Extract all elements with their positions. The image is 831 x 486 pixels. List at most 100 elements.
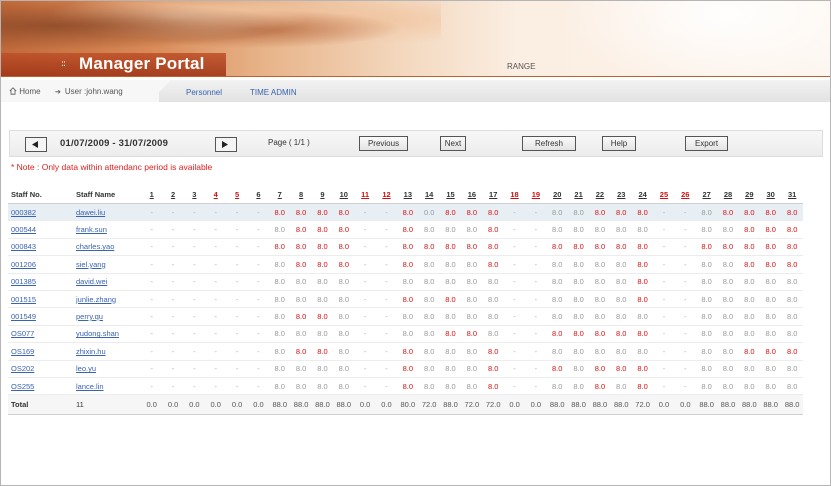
hours-cell: 8.0	[418, 220, 440, 239]
total-cell: 0.0	[653, 394, 675, 416]
staff-no-link[interactable]: OS255	[11, 382, 34, 391]
col-header-day[interactable]: 3	[184, 185, 205, 204]
col-header-day[interactable]: 9	[312, 185, 333, 204]
col-header-day[interactable]: 26	[675, 185, 696, 204]
hours-cell: -	[375, 273, 398, 291]
staff-no-link[interactable]: 001206	[11, 260, 36, 269]
staff-name-link[interactable]: frank.sun	[76, 225, 107, 234]
col-header-day[interactable]: 15	[440, 185, 461, 204]
col-header-day[interactable]: 14	[419, 185, 440, 204]
col-header-day[interactable]: 16	[461, 185, 482, 204]
total-cell: 88.0	[269, 394, 291, 416]
col-header-day[interactable]: 28	[717, 185, 738, 204]
hours-cell: -	[653, 273, 675, 291]
total-cell: 0.0	[354, 394, 376, 416]
staff-no-link[interactable]: OS202	[11, 364, 34, 373]
staff-no-link[interactable]: 000382	[11, 208, 36, 217]
hours-cell: 8.0	[546, 325, 568, 344]
col-header-day[interactable]: 19	[525, 185, 546, 204]
staff-name-link[interactable]: charles.yao	[76, 242, 114, 251]
hours-cell: 8.0	[439, 220, 462, 239]
col-header-day[interactable]: 7	[269, 185, 290, 204]
export-button[interactable]: Export	[685, 136, 728, 151]
col-header-day[interactable]: 20	[547, 185, 568, 204]
next-period-button[interactable]	[215, 137, 237, 152]
staff-no-link[interactable]: 001515	[11, 295, 36, 304]
hours-cell: 8.0	[781, 273, 803, 291]
next-button[interactable]: Next	[440, 136, 466, 151]
col-header-day[interactable]: 8	[290, 185, 311, 204]
hours-cell: -	[375, 255, 398, 274]
hours-cell: -	[375, 238, 398, 257]
nav-home-link[interactable]: Home	[9, 87, 41, 96]
col-header-day[interactable]: 31	[781, 185, 803, 204]
staff-name-link[interactable]: lance.lin	[76, 382, 104, 391]
date-range: 01/07/2009 - 31/07/2009	[60, 138, 169, 149]
refresh-button[interactable]: Refresh	[522, 136, 576, 151]
hours-cell: 8.0	[333, 290, 355, 309]
hours-cell: -	[503, 255, 526, 274]
col-header-day[interactable]: 13	[397, 185, 418, 204]
col-header-day[interactable]: 24	[632, 185, 653, 204]
col-header-day[interactable]: 12	[376, 185, 397, 204]
hours-cell: 8.0	[589, 204, 611, 222]
col-header-day[interactable]: 18	[504, 185, 525, 204]
col-header-day[interactable]: 21	[568, 185, 589, 204]
hours-cell: -	[183, 204, 206, 222]
col-header-day[interactable]: 29	[739, 185, 760, 204]
hours-cell: -	[375, 377, 398, 396]
staff-name-link[interactable]: zhixin.hu	[76, 347, 106, 356]
nav-link-personnel[interactable]: Personnel	[186, 88, 222, 97]
col-header-day[interactable]: 23	[611, 185, 632, 204]
hours-cell: 8.0	[482, 377, 504, 396]
col-header-day[interactable]: 1	[141, 185, 162, 204]
help-button[interactable]: Help	[602, 136, 636, 151]
staff-name-link[interactable]: junlie.zhang	[76, 295, 116, 304]
hours-cell: -	[503, 220, 526, 239]
col-header-day[interactable]: 10	[333, 185, 354, 204]
hours-cell: -	[354, 377, 376, 396]
nav-link-time-admin[interactable]: TIME ADMIN	[250, 88, 297, 97]
staff-name-link[interactable]: leo.yu	[76, 364, 96, 373]
col-header-day[interactable]: 30	[760, 185, 781, 204]
hours-cell: 8.0	[546, 290, 568, 309]
col-header-day[interactable]: 25	[653, 185, 674, 204]
hours-cell: 8.0	[610, 204, 632, 222]
total-cell: 88.0	[738, 394, 760, 416]
staff-name-link[interactable]: dawei.liu	[76, 208, 105, 217]
hours-cell: -	[205, 360, 227, 378]
staff-no-link[interactable]: 000544	[11, 225, 36, 234]
prev-period-button[interactable]	[25, 137, 47, 152]
hours-cell: -	[674, 342, 696, 361]
staff-no-link[interactable]: OS077	[11, 329, 34, 338]
previous-button[interactable]: Previous	[359, 136, 408, 151]
total-label: Total	[8, 394, 74, 416]
hours-cell: 8.0	[589, 273, 611, 291]
hours-cell: 8.0	[482, 220, 504, 239]
staff-no-link[interactable]: 000843	[11, 242, 36, 251]
col-header-day[interactable]: 27	[696, 185, 717, 204]
staff-name-link[interactable]: yudong.shan	[76, 329, 119, 338]
col-header-day[interactable]: 6	[248, 185, 269, 204]
hours-cell: 8.0	[311, 342, 334, 361]
hours-cell: 8.0	[269, 325, 291, 344]
staff-name-link[interactable]: david.wei	[76, 277, 107, 286]
staff-no-link[interactable]: OS169	[11, 347, 34, 356]
hours-cell: 8.0	[567, 255, 590, 274]
staff-name-link[interactable]: perry.qu	[76, 312, 103, 321]
col-header-day[interactable]: 17	[483, 185, 504, 204]
col-header-day[interactable]: 5	[226, 185, 247, 204]
staff-name-link[interactable]: siel.yang	[76, 260, 106, 269]
staff-no-link[interactable]: 001385	[11, 277, 36, 286]
hours-cell: 8.0	[738, 377, 760, 396]
col-header-day[interactable]: 4	[205, 185, 226, 204]
col-header-day[interactable]: 22	[589, 185, 610, 204]
hours-cell: 8.0	[589, 290, 611, 309]
hours-cell: -	[141, 307, 163, 326]
staff-no-link[interactable]: 001549	[11, 312, 36, 321]
hours-cell: 8.0	[311, 325, 334, 344]
col-header-day[interactable]: 11	[354, 185, 375, 204]
total-cell: 88.0	[439, 394, 462, 416]
col-header-day[interactable]: 2	[162, 185, 183, 204]
hours-cell: 8.0	[717, 255, 739, 274]
